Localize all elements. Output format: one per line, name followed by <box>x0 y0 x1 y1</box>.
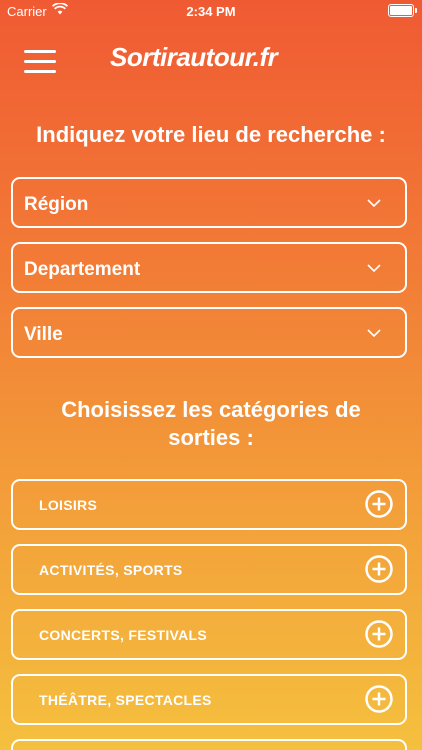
plus-circle-icon[interactable] <box>365 490 393 518</box>
category-item-activites-sports[interactable]: ACTIVITÉS, SPORTS <box>11 544 407 595</box>
app-logo: Sortirautour.fr <box>110 42 278 72</box>
menu-bar <box>24 60 56 63</box>
plus-circle-icon[interactable] <box>365 555 393 583</box>
menu-bar <box>24 70 56 73</box>
chevron-down-icon <box>367 264 381 273</box>
chevron-down-icon <box>367 199 381 208</box>
battery-icon <box>388 4 417 17</box>
category-label: THÉÂTRE, SPECTACLES <box>39 692 212 708</box>
plus-circle-icon[interactable] <box>365 685 393 713</box>
chevron-down-icon <box>367 329 381 338</box>
category-label: CONCERTS, FESTIVALS <box>39 627 208 643</box>
category-label: LOISIRS <box>39 497 98 513</box>
plus-circle-icon[interactable] <box>365 620 393 648</box>
category-item-loisirs[interactable]: LOISIRS <box>11 479 407 530</box>
region-select-label: Région <box>24 194 89 215</box>
menu-bar <box>24 50 56 53</box>
category-item-concerts-festivals[interactable]: CONCERTS, FESTIVALS <box>11 609 407 660</box>
clock: 2:34 PM <box>186 4 236 19</box>
categories-title: Choisissez les catégories de sorties : <box>61 397 361 450</box>
category-item-partial[interactable] <box>11 739 407 750</box>
category-item-theatre-spectacles[interactable]: THÉÂTRE, SPECTACLES <box>11 674 407 725</box>
hamburger-menu-icon[interactable] <box>24 48 56 74</box>
ville-select[interactable]: Ville <box>11 307 407 358</box>
departement-select-label: Departement <box>24 259 141 280</box>
region-select[interactable]: Région <box>11 177 407 228</box>
departement-select[interactable]: Departement <box>11 242 407 293</box>
location-title: Indiquez votre lieu de recherche : <box>36 122 386 147</box>
status-bar: Carrier 2:34 PM <box>0 0 422 22</box>
ville-select-label: Ville <box>24 324 63 345</box>
category-label: ACTIVITÉS, SPORTS <box>39 562 183 578</box>
